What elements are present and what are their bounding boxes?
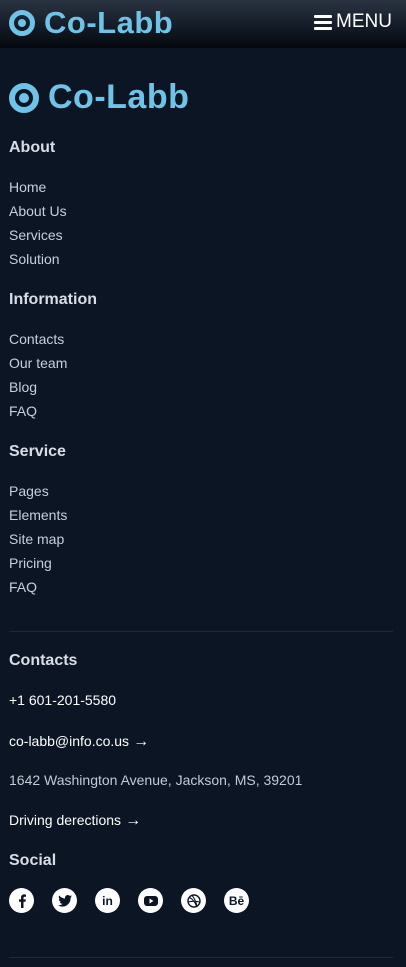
footer-link-our-team[interactable]: Our team xyxy=(9,356,67,380)
twitter-icon[interactable] xyxy=(52,888,77,913)
footer-link-home[interactable]: Home xyxy=(9,180,67,204)
email-link[interactable]: co-labb@info.co.us → xyxy=(9,733,149,751)
footer-link-elements[interactable]: Elements xyxy=(9,508,67,532)
logo-mark-icon xyxy=(9,82,39,113)
information-links: Contacts Our team Blog FAQ xyxy=(9,332,67,428)
driving-directions-link[interactable]: Driving derections → xyxy=(9,812,141,830)
linkedin-text: in xyxy=(102,893,113,908)
footer-link-services[interactable]: Services xyxy=(9,228,67,252)
menu-label: MENU xyxy=(336,11,392,32)
footer-link-contacts[interactable]: Contacts xyxy=(9,332,67,356)
footer-link-pricing[interactable]: Pricing xyxy=(9,556,67,580)
linkedin-icon[interactable]: in xyxy=(95,888,120,913)
address-text: 1642 Washington Avenue, Jackson, MS, 392… xyxy=(9,772,303,788)
site-header: Co-Labb MENU xyxy=(0,0,406,48)
footer-divider xyxy=(9,631,393,632)
about-links: Home About Us Services Solution xyxy=(9,180,67,276)
directions-text: Driving derections xyxy=(9,812,122,828)
youtube-icon[interactable] xyxy=(138,888,163,913)
about-heading: About xyxy=(9,139,56,156)
footer-logo[interactable]: Co-Labb xyxy=(9,78,189,117)
behance-text: Bē xyxy=(228,893,245,908)
hamburger-icon xyxy=(314,15,333,30)
footer-link-faq[interactable]: FAQ xyxy=(9,580,67,604)
phone-link[interactable]: +1 601-201-5580 xyxy=(9,692,116,708)
behance-icon[interactable]: Bē xyxy=(224,888,249,913)
logo-text: Co-Labb xyxy=(44,5,174,40)
service-heading: Service xyxy=(9,443,66,460)
arrow-right-icon: → xyxy=(133,733,150,750)
footer-bottom-divider xyxy=(9,957,393,958)
footer-link-site-map[interactable]: Site map xyxy=(9,532,67,556)
header-logo[interactable]: Co-Labb xyxy=(9,5,173,41)
arrow-right-icon: → xyxy=(125,812,142,829)
footer-link-solution[interactable]: Solution xyxy=(9,252,67,276)
service-links: Pages Elements Site map Pricing FAQ xyxy=(9,484,67,604)
contacts-heading: Contacts xyxy=(9,652,78,669)
logo-mark-icon xyxy=(9,10,35,36)
social-heading: Social xyxy=(9,852,57,869)
email-text: co-labb@info.co.us xyxy=(9,733,130,749)
footer-link-about-us[interactable]: About Us xyxy=(9,204,67,228)
logo-text: Co-Labb xyxy=(48,78,190,116)
social-icons: in Bē xyxy=(9,888,267,913)
information-heading: Information xyxy=(9,291,97,308)
footer-link-faq[interactable]: FAQ xyxy=(9,404,67,428)
menu-button[interactable]: MENU xyxy=(314,11,392,33)
footer-link-blog[interactable]: Blog xyxy=(9,380,67,404)
facebook-icon[interactable] xyxy=(9,888,34,913)
footer-link-pages[interactable]: Pages xyxy=(9,484,67,508)
dribbble-icon[interactable] xyxy=(181,888,206,913)
